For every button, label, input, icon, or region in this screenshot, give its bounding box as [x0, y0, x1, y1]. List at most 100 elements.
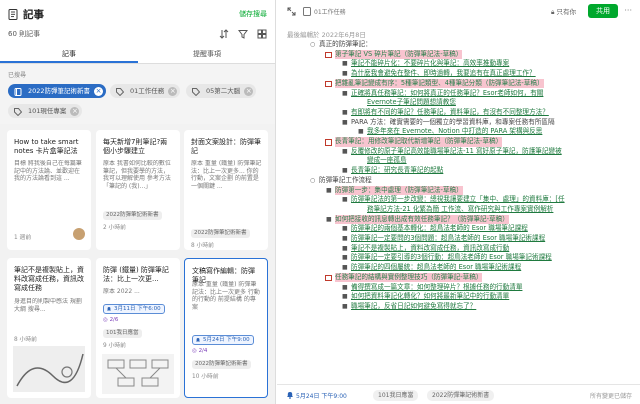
- note-line[interactable]: 第子筆記 VS 碎片筆記（防彈筆記法-草稿）: [277, 49, 636, 60]
- note-link[interactable]: 把雜亂筆記變成有序：5種筆記類型、4種筆記分類（防彈筆記法-草稿）: [335, 78, 544, 89]
- tab-reminders[interactable]: 提醒事項: [138, 47, 275, 63]
- note-line[interactable]: ■ PARA 方法：確實需要的一個獨立的學習資料庫，和專案任務有所區隔: [277, 118, 636, 128]
- note-link[interactable]: 防彈第一步：集中處理（防彈筆記法-草稿）: [335, 185, 463, 196]
- note-line[interactable]: ■ 備得撰寫成一篇文章：如何整理碎片？根據任務的行動清單: [277, 283, 636, 293]
- note-link[interactable]: Evernote子筆記問題想請教您: [367, 98, 456, 108]
- note-card-selected[interactable]: 文稿寫作編輯：防彈筆記 原本 重量 (鐵量) 防彈筆記法：比上一次更多 行動 的…: [184, 258, 268, 398]
- note-line[interactable]: 把雜亂筆記變成有序：5種筆記類型、4種筆記分類（防彈筆記法-草稿）: [277, 78, 636, 89]
- filter-chip-tag[interactable]: 01工作任務 ×: [110, 84, 181, 98]
- note-line[interactable]: ■ 筆記不能碎片化：不要碎片化與筆記：高效率推動專案: [277, 59, 636, 69]
- filter-icon[interactable]: [238, 29, 248, 39]
- note-link[interactable]: 反覆修改的原子筆記高效能職場筆記法-11 寫好原子筆記，防護筆記變被: [351, 147, 562, 157]
- note-line[interactable]: ■ 防彈筆記一定要引導的3個行動：超鳥法老師的 Esor 職場筆記術課程: [277, 253, 636, 263]
- checkbox[interactable]: [325, 51, 332, 59]
- note-card[interactable]: 防彈 (鐵量) 防彈筆記法：比上一次更... 原本 2022 ... 3月11日…: [96, 258, 180, 398]
- note-line[interactable]: ■ 筆記不是複製貼上，資料改寫成任務，資訊改寫成行動: [277, 244, 636, 254]
- note-line[interactable]: ■ 防彈筆記法的第一步改變：總視我讓要建立「集中、處理」的資料庫：[任: [277, 195, 636, 205]
- note-line[interactable]: ■ 防彈筆記的兩個基本轉化：超鳥法老師的 Esor 職場筆記課程: [277, 224, 636, 234]
- note-line[interactable]: ■ 反覆修改的原子筆記高效能職場筆記法-11 寫好原子筆記，防護筆記變被: [277, 147, 636, 157]
- note-line[interactable]: ■ 防彈筆記一定要問的3個問題：超鳥法老師的 Esor 職場筆記術課程: [277, 234, 636, 244]
- note-card-date: 10 小時前: [192, 374, 219, 380]
- note-card[interactable]: 每天新增7則筆記?兩個小步驟建立 原本 我書如何比較的數位筆記，但我要學的方法，…: [96, 130, 180, 250]
- note-link[interactable]: 筆記不是複製貼上，資料改寫成任務，資訊改寫成行動: [351, 244, 509, 254]
- note-link[interactable]: 備得撰寫成一篇文章：如何整理碎片？根據任務的行動清單: [351, 283, 522, 293]
- note-line[interactable]: ○ 防彈筆記工作流程: [277, 176, 636, 186]
- note-line[interactable]: ■ 防彈筆記的四個屬統：超鳥法老師的 Esor 職場筆記術課程: [277, 263, 636, 273]
- footer-reminder[interactable]: 5月24日 下午9:00: [296, 391, 347, 400]
- breadcrumb[interactable]: 01工作任務: [314, 7, 346, 16]
- note-link[interactable]: 有即將有不同的筆記？任務筆記，資料筆記，有沒有不同整理方法？: [351, 108, 549, 118]
- note-line[interactable]: ■ 如何把接收的訊息轉出成有效任務筆記？（防彈筆記-草稿）: [277, 214, 636, 225]
- note-link[interactable]: 如何把接收的訊息轉出成有效任務筆記？（防彈筆記-草稿）: [335, 214, 509, 225]
- note-link[interactable]: 任務筆記的結構與實例整理技巧（防彈筆記-草稿）: [335, 272, 483, 283]
- bullet-icon: ■: [326, 215, 332, 223]
- expand-icon[interactable]: [286, 6, 296, 16]
- share-button[interactable]: 共用: [588, 4, 618, 18]
- bullet-icon: ■: [342, 254, 348, 262]
- close-icon[interactable]: ×: [168, 86, 178, 96]
- filter-chip-notebook[interactable]: 2022防彈筆記術新書 ×: [8, 84, 107, 98]
- note-link[interactable]: 防彈筆記的兩個基本轉化：超鳥法老師的 Esor 職場筆記課程: [351, 224, 528, 234]
- note-card[interactable]: 封面文案設計：防彈筆記 原本 重量 (鐵量) 防彈筆記法：比上一次更多... 你…: [184, 130, 268, 250]
- note-line[interactable]: ■ 防彈第一步：集中處理（防彈筆記法-草稿）: [277, 185, 636, 196]
- note-line[interactable]: ○ 真正的防彈筆記：: [277, 40, 636, 50]
- filter-chip-label: 01工作任務: [130, 87, 165, 95]
- close-icon[interactable]: ×: [244, 86, 254, 96]
- note-link[interactable]: 長青筆記：研究長青筆記的起點: [351, 166, 443, 176]
- save-status: 所有變更已儲存: [589, 393, 632, 400]
- save-search-button[interactable]: 儲存搜尋: [239, 9, 267, 19]
- note-line[interactable]: 任務筆記的結構與實例整理技巧（防彈筆記-草稿）: [277, 272, 636, 283]
- checkbox[interactable]: [325, 274, 332, 282]
- close-icon[interactable]: ×: [70, 106, 80, 116]
- note-card-snippet: 身進目的則製中感法 規劃大綱 搜尋...: [14, 298, 82, 313]
- note-link[interactable]: 我多年來在 Evernote、Notion 中打造的 PARA 架構與反思: [367, 127, 542, 137]
- note-link[interactable]: 筆記不能碎片化：不要碎片化與筆記：高效率推動專案: [351, 59, 509, 69]
- note-card-tag: 2022防彈筆記術新書: [103, 210, 162, 220]
- note-card[interactable]: How to take smart notes 卡片盒筆記法 目標 將我後自己在…: [7, 130, 91, 250]
- bullet-icon: ■: [342, 118, 348, 126]
- note-link[interactable]: 務筆記方法-21 化繁為簡 工作流、寫作研究與工作專案實例解析: [367, 205, 553, 215]
- filter-chip-tag[interactable]: 05第二大腦 ×: [186, 84, 257, 98]
- bullet-icon: ■: [342, 147, 348, 155]
- note-link[interactable]: 防彈筆記一定要問的3個問題：超鳥法老師的 Esor 職場筆記術課程: [351, 234, 545, 244]
- view-options-icon[interactable]: [257, 29, 267, 39]
- note-link[interactable]: 長青筆記：用修改筆記取代新增筆記（防彈筆記法-草稿）: [335, 137, 503, 147]
- note-line[interactable]: ■ 長青筆記：研究長青筆記的起點: [277, 166, 636, 176]
- footer-tag[interactable]: 101我日應當: [373, 390, 419, 401]
- note-card[interactable]: 筆記不是複製貼上，資料改寫成任務，資訊改寫成任務 身進目的則製中感法 規劃大綱 …: [7, 258, 91, 398]
- note-link[interactable]: 正確將真任務筆記：如何將真正的任務筆記？Esor老師如何，有關: [351, 89, 543, 99]
- checkbox[interactable]: [325, 139, 332, 146]
- note-body[interactable]: ○ 真正的防彈筆記： 第子筆記 VS 碎片筆記（防彈筆記法-草稿） ■ 筆記不能碎片化：…: [277, 38, 640, 384]
- note-line[interactable]: 長青筆記：用修改筆記取代新增筆記（防彈筆記法-草稿）: [277, 137, 636, 147]
- note-line[interactable]: 變成一座孤島: [277, 156, 636, 166]
- bell-icon[interactable]: [286, 391, 294, 401]
- note-line[interactable]: Evernote子筆記問題想請教您: [277, 98, 636, 108]
- sort-icon[interactable]: [219, 29, 229, 39]
- note-link[interactable]: 防彈筆記法的第一步改變：總視我讓要建立「集中、處理」的資料庫：[任: [351, 195, 565, 205]
- note-link[interactable]: 第子筆記 VS 碎片筆記（防彈筆記法-草稿）: [335, 49, 463, 60]
- note-line[interactable]: ■ 有即將有不同的筆記？任務筆記，資料筆記，有沒有不同整理方法？: [277, 108, 636, 118]
- close-icon[interactable]: ×: [94, 86, 104, 96]
- note-line[interactable]: ■ 如何把資料筆記化轉化？如何將最新筆記中的行動清單: [277, 292, 636, 302]
- filter-chip-tag[interactable]: 101現任專案 ×: [8, 104, 83, 118]
- notes-icon: [8, 8, 18, 20]
- note-line[interactable]: ■ 職場筆記，反省日記如何避免寫得就忘了？: [277, 302, 636, 312]
- more-options-icon[interactable]: ···: [624, 6, 632, 15]
- checkbox[interactable]: [325, 80, 332, 88]
- note-link[interactable]: 防彈筆記一定要引導的3個行動：超鳥法老師的 Esor 職場筆記術課程: [351, 253, 552, 263]
- footer-tag[interactable]: 2022防彈筆記術新書: [427, 390, 495, 401]
- note-link[interactable]: 如何把資料筆記化轉化？如何將最新筆記中的行動清單: [351, 292, 509, 302]
- note-line[interactable]: 務筆記方法-21 化繁為簡 工作流、寫作研究與工作專案實例解析: [277, 205, 636, 215]
- reminder-badge[interactable]: 3月11日 下午6:00: [103, 304, 165, 314]
- tab-notes[interactable]: 記事: [0, 47, 138, 63]
- note-line[interactable]: ■ 為什麼我會避免在整件、即時過轉，我要追有在真正處理工作？: [277, 69, 636, 79]
- filter-chip-label: 2022防彈筆記術新書: [28, 87, 91, 95]
- note-link[interactable]: 防彈筆記的四個屬統：超鳥法老師的 Esor 職場筆記術課程: [351, 263, 521, 273]
- note-line[interactable]: ■ 我多年來在 Evernote、Notion 中打造的 PARA 架構與反思: [277, 127, 636, 137]
- note-line[interactable]: ■ 正確將真任務筆記：如何將真正的任務筆記？Esor老師如何，有關: [277, 89, 636, 99]
- note-link[interactable]: 職場筆記，反省日記如何避免寫得就忘了？: [351, 302, 476, 312]
- note-link[interactable]: 變成一座孤島: [367, 156, 407, 166]
- reminder-badge[interactable]: 5月24日 下午9:00: [192, 335, 254, 345]
- bullet-icon: ■: [342, 225, 348, 233]
- note-link[interactable]: 為什麼我會避免在整件、即時過轉，我要追有在真正處理工作？: [351, 69, 536, 79]
